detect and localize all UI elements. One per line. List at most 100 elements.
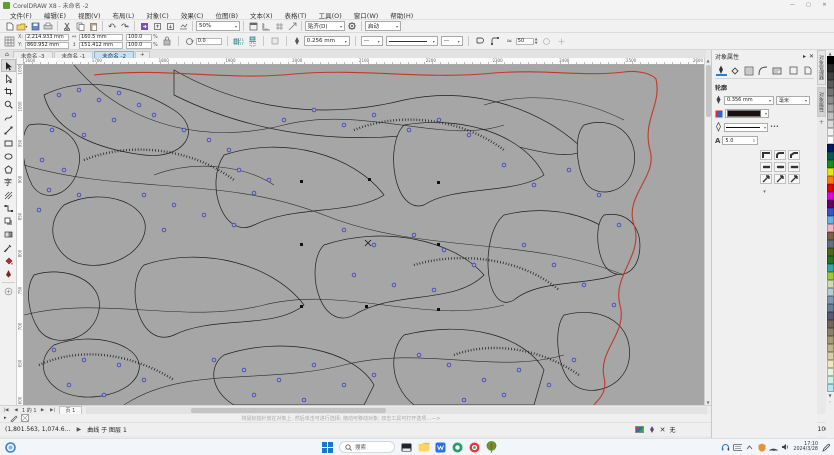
export-down-icon[interactable] [164, 20, 176, 32]
print-icon[interactable] [42, 20, 54, 32]
palette-swatch[interactable] [827, 192, 834, 200]
page-1-tab[interactable]: 页 1 [59, 406, 83, 414]
scale-y-field[interactable]: 100.0 [126, 42, 152, 49]
polygon-tool[interactable] [1, 163, 16, 176]
object-width-field[interactable]: 160.5 mm [79, 34, 123, 41]
color-eyedropper-tool[interactable] [1, 241, 16, 254]
vertical-scroll-thumb[interactable] [706, 65, 711, 117]
pick-tool[interactable] [1, 59, 16, 72]
paste-icon[interactable] [87, 20, 99, 32]
publish-icon[interactable] [177, 20, 189, 32]
browser-app-icon[interactable] [468, 441, 481, 454]
first-page-button[interactable]: |◀ [2, 407, 10, 414]
transparency-tool[interactable] [1, 228, 16, 241]
save-icon[interactable] [29, 20, 41, 32]
options-gear-icon[interactable] [346, 20, 358, 32]
palette-swatch[interactable] [827, 184, 834, 192]
next-page-button[interactable]: ▶ [39, 407, 47, 414]
x-position-field[interactable]: 2,214.933 mm [25, 34, 69, 41]
line-style-more-button[interactable]: ••• [770, 124, 779, 130]
docker-vtab-object-properties[interactable]: 对象属性 [817, 87, 826, 117]
vertical-ruler[interactable]: 10501000950900850800750700650600 [17, 65, 24, 405]
vertical-scrollbar[interactable]: ▲ ▼ [704, 58, 711, 405]
square-cap-button[interactable] [788, 162, 800, 172]
summary-tab-icon[interactable] [771, 65, 782, 76]
export-up-icon[interactable] [151, 20, 163, 32]
wps-app-icon[interactable] [434, 441, 447, 454]
document-tab-2[interactable]: 未命名 -1 [54, 51, 94, 58]
coreldraw-app-icon[interactable] [485, 441, 498, 454]
connector-tool[interactable] [1, 202, 16, 215]
palette-swatch[interactable] [827, 136, 834, 144]
365-app-icon[interactable] [451, 441, 464, 454]
palette-swatch[interactable] [827, 360, 834, 368]
add-docker-button[interactable]: + [819, 119, 824, 126]
arrow-option-3-button[interactable] [788, 174, 800, 184]
copy-icon[interactable] [74, 20, 86, 32]
mirror-vertical-icon[interactable] [247, 36, 258, 47]
corner-tab-icon[interactable] [758, 65, 769, 76]
taskbar-search-box[interactable]: 搜索 [339, 441, 395, 453]
lock-ratio-icon[interactable] [161, 35, 173, 47]
file-explorer-icon[interactable] [417, 441, 430, 454]
palette-swatch[interactable] [827, 344, 834, 352]
corner-icon[interactable] [489, 35, 501, 47]
bevel-corner-button[interactable] [788, 150, 800, 160]
prev-page-button[interactable]: ◀ [12, 407, 20, 414]
show-rulers-icon[interactable] [260, 20, 272, 32]
palette-swatch[interactable] [827, 288, 834, 296]
palette-swatch[interactable] [827, 256, 834, 264]
rectangle-tool[interactable] [1, 137, 16, 150]
palette-swatch[interactable] [827, 352, 834, 360]
maximize-button[interactable]: ▢ [802, 1, 815, 10]
tray-caret-icon[interactable] [745, 443, 754, 452]
smoothness-field[interactable]: 50 [516, 38, 534, 45]
palette-swatch[interactable] [827, 128, 834, 136]
tray-pen-icon[interactable] [821, 443, 830, 452]
outline-width-combo[interactable]: 0.256 mm▾ [304, 36, 350, 46]
docker-vtab-object-manager[interactable]: 对象管理器 [817, 50, 826, 85]
minimize-button[interactable]: — [786, 1, 799, 10]
palette-swatch[interactable] [827, 152, 834, 160]
last-page-button[interactable]: ▶| [49, 407, 57, 414]
palette-swatch[interactable] [827, 56, 834, 64]
menu-item[interactable]: 位图(B) [209, 10, 244, 20]
rotation-angle-field[interactable]: 0.0 [196, 38, 222, 45]
menu-item[interactable]: 文件(F) [4, 10, 38, 20]
add-tools-button[interactable] [1, 285, 16, 298]
tray-keyboard-icon[interactable] [733, 443, 742, 452]
scale-x-field[interactable]: 100.0 [126, 34, 152, 41]
zoom-level-combo[interactable]: 50%▾ [196, 21, 240, 31]
drawing-canvas[interactable] [24, 65, 704, 405]
frame-tab-icon[interactable] [788, 65, 799, 76]
undo-icon[interactable]: ↶▾ [106, 20, 118, 32]
menu-item[interactable]: 效果(C) [175, 10, 210, 20]
taskbar-clock[interactable]: 17:10 2024/3/28 [793, 442, 818, 453]
smart-fill-tool[interactable] [1, 267, 16, 280]
new-document-tab-button[interactable]: + [135, 51, 150, 58]
end-arrowhead-combo[interactable]: —▾ [441, 36, 463, 46]
arrow-option-2-button[interactable] [774, 174, 786, 184]
palette-swatch[interactable] [827, 120, 834, 128]
cut-icon[interactable] [61, 20, 73, 32]
redo-icon[interactable]: ↷▾ [119, 20, 131, 32]
line-style-combo[interactable]: ▾ [386, 36, 438, 46]
tray-volume-icon[interactable] [781, 443, 790, 452]
round-corner-button[interactable] [774, 150, 786, 160]
document-tab-1[interactable]: 未命名 -3 [13, 51, 53, 58]
palette-swatch[interactable] [827, 272, 834, 280]
palette-swatch[interactable] [827, 328, 834, 336]
ellipse-tool[interactable] [1, 150, 16, 163]
palette-swatch[interactable] [827, 336, 834, 344]
parallel-dimension-tool[interactable] [1, 189, 16, 202]
palette-swatch[interactable] [827, 168, 834, 176]
menu-item[interactable]: 文本(X) [244, 10, 279, 20]
home-icon[interactable]: ⌂ [5, 51, 9, 58]
palette-swatch[interactable] [827, 112, 834, 120]
palette-swatch[interactable] [827, 160, 834, 168]
tray-headset-icon[interactable] [721, 443, 730, 452]
freehand-tool[interactable] [1, 111, 16, 124]
snap-to-dropdown[interactable]: 贴齐(D)▾ [305, 21, 345, 31]
palette-swatch[interactable] [827, 368, 834, 376]
palette-swatch[interactable] [827, 88, 834, 96]
